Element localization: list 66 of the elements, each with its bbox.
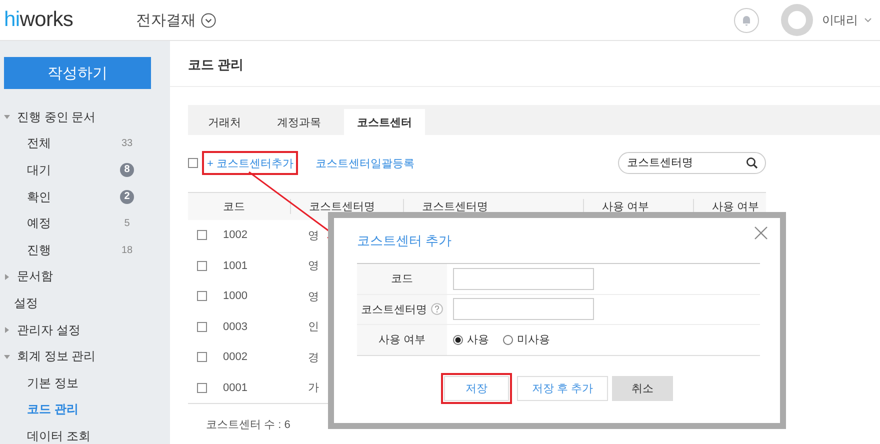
page-title: 코드 관리: [170, 41, 880, 87]
radio-label[interactable]: 사용: [467, 332, 489, 348]
app-menu-title[interactable]: 전자결재: [136, 10, 196, 30]
tab[interactable]: 계정과목: [264, 109, 334, 135]
sidebar-item[interactable]: 회계 정보 관리: [17, 348, 96, 366]
dialog-title: 코스트센터 추가: [357, 232, 452, 250]
close-icon[interactable]: [754, 226, 768, 240]
bell-icon: [734, 8, 759, 32]
sidebar-item[interactable]: 설정: [14, 294, 38, 312]
table-cell-text: 0001: [222, 382, 248, 394]
table-cell-text: 경: [307, 350, 319, 365]
sidebar-item[interactable]: 문서함: [17, 268, 53, 286]
table-cell-text: 1001: [222, 260, 248, 272]
table-cell-text: 0002: [222, 351, 248, 364]
tab[interactable]: 코스트센터: [344, 109, 425, 135]
row-checkbox[interactable]: [196, 322, 206, 332]
sidebar-item[interactable]: 진행 중인 문서: [17, 108, 96, 126]
add-link[interactable]: + 코스트센터추가: [207, 158, 294, 170]
caret-icon: [864, 17, 872, 23]
table-cell-text: 영: [307, 290, 319, 304]
sidebar-item[interactable]: 기본 정보: [27, 374, 78, 392]
table-cell-text: 영: [307, 259, 319, 274]
count: 18: [120, 244, 134, 256]
table-cell-text: 1002: [222, 229, 248, 242]
row-checkbox[interactable]: [196, 291, 206, 302]
bulk-register-link[interactable]: 코스트센터일괄등록: [315, 156, 414, 170]
table-cell-text: 1000: [222, 290, 248, 302]
sidebar-item[interactable]: 데이터 조회: [27, 428, 90, 444]
input-field[interactable]: [453, 268, 594, 290]
item-count: 코스트센터 수 : 6: [206, 418, 292, 432]
select-all-checkbox[interactable]: [188, 158, 198, 168]
sidebar-item[interactable]: 전체: [27, 135, 51, 152]
column-header: 코드: [222, 200, 246, 214]
logo[interactable]: hiworks: [4, 8, 136, 32]
input-field[interactable]: [453, 298, 594, 320]
field-label: 코스트센터명: [361, 302, 427, 317]
search-field[interactable]: 코스트센터명: [618, 152, 766, 174]
row-checkbox[interactable]: [196, 382, 206, 393]
table-cell-text: 가: [307, 381, 319, 396]
sidebar-item[interactable]: 확인: [27, 188, 51, 206]
field-label: 사용 여부: [378, 333, 426, 348]
row-checkbox[interactable]: [196, 260, 206, 271]
field-label: 코드: [391, 272, 413, 286]
cancel-button[interactable]: 취소: [612, 376, 673, 400]
sidebar-item[interactable]: 대기: [27, 162, 51, 179]
count: 5: [123, 218, 131, 230]
sidebar-item[interactable]: 진행: [27, 242, 51, 259]
table-cell-text: 영: [307, 228, 319, 243]
radio-label[interactable]: 미사용: [517, 332, 550, 348]
sidebar-item[interactable]: 예정: [27, 215, 51, 232]
tab[interactable]: 거래처: [195, 109, 254, 135]
radio-button[interactable]: [503, 334, 513, 345]
row-checkbox[interactable]: [196, 352, 206, 362]
sidebar-item[interactable]: 관리자 설정: [17, 322, 80, 339]
avatar-icon: [781, 4, 813, 36]
table-cell-text: 인: [307, 320, 319, 334]
count: 33: [120, 138, 134, 150]
compose-button[interactable]: 작성하기: [4, 57, 151, 89]
user-name[interactable]: 이대리: [822, 12, 858, 28]
radio-button[interactable]: [453, 334, 463, 345]
table-cell-text: 0003: [222, 320, 248, 333]
count-badge: 2: [120, 190, 134, 204]
chevron-down-icon: [201, 12, 216, 28]
count-badge: 8: [120, 163, 134, 178]
row-checkbox[interactable]: [196, 230, 206, 240]
search-icon: [746, 157, 758, 169]
